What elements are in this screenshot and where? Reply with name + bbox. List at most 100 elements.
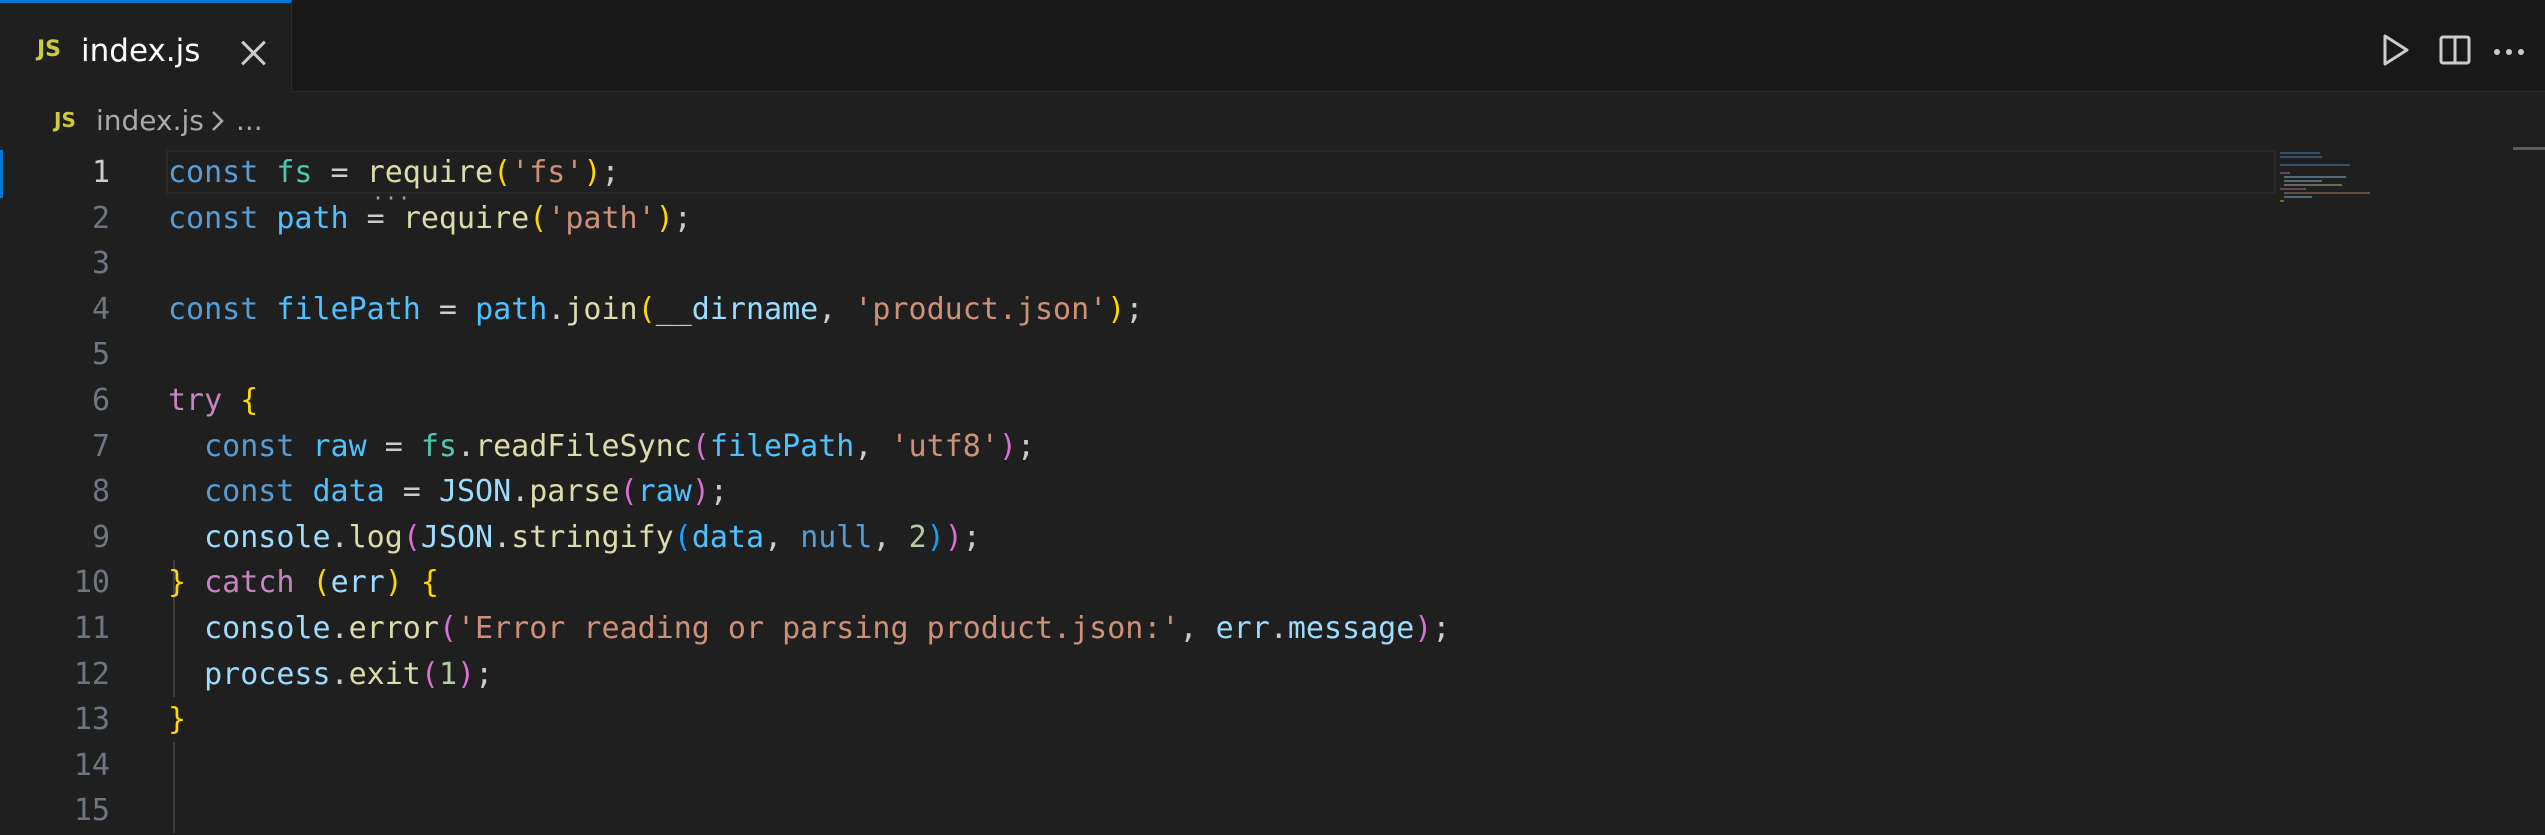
- code-token: ;: [1125, 291, 1144, 327]
- code-token: 'path': [547, 200, 656, 236]
- tab-label: index.js: [81, 33, 201, 69]
- code-token: null: [800, 519, 873, 555]
- code-token: console: [204, 611, 331, 646]
- code-token: (: [691, 428, 710, 464]
- code-token: .: [330, 611, 349, 646]
- code-token: =: [312, 155, 367, 190]
- indent-guide: [173, 742, 175, 833]
- code-token: ,: [764, 519, 801, 555]
- breadcrumb-item-file[interactable]: index.js: [96, 104, 204, 137]
- code-line[interactable]: }: [168, 697, 186, 743]
- code-token: (: [493, 155, 512, 190]
- more-actions-icon[interactable]: [2489, 30, 2529, 70]
- line-number: 11: [73, 611, 110, 646]
- code-line[interactable]: console.log(JSON.stringify(data, null, 2…: [168, 515, 981, 561]
- code-token: ;: [709, 474, 728, 510]
- code-token: require: [366, 155, 494, 190]
- code-token: path: [276, 200, 349, 236]
- code-token: readFileSync: [475, 428, 692, 464]
- code-token: path: [475, 291, 548, 327]
- code-line[interactable]: const raw = fs.readFileSync(filePath, 'u…: [168, 424, 1035, 470]
- code-token: 'Error reading or parsing product.json:': [457, 611, 1180, 646]
- close-icon[interactable]: [240, 39, 268, 67]
- code-token: ;: [601, 155, 620, 190]
- code-token: (: [312, 565, 331, 601]
- line-number: 12: [73, 656, 110, 692]
- code-token: log: [348, 519, 403, 555]
- code-line[interactable]: try {: [168, 378, 258, 424]
- code-token: (: [402, 519, 421, 555]
- code-token: ): [926, 519, 945, 555]
- line-number: 3: [91, 246, 110, 282]
- code-line[interactable]: console.error('Error reading or parsing …: [168, 606, 1450, 652]
- code-token: err: [1215, 611, 1270, 646]
- code-token: const: [204, 428, 295, 464]
- code-token: JSON: [420, 519, 494, 555]
- code-token: {: [240, 383, 259, 418]
- tab-index-js[interactable]: JS index.js: [0, 0, 292, 92]
- code-line[interactable]: const filePath = path.join(__dirname, 'p…: [168, 287, 1143, 333]
- code-token: ): [384, 565, 403, 601]
- code-token: ;: [673, 200, 692, 236]
- code-line[interactable]: const path = require('path');: [168, 196, 692, 242]
- code-token: JSON: [438, 474, 512, 510]
- minimap[interactable]: [2280, 150, 2430, 210]
- code-token: ): [1107, 291, 1126, 327]
- code-token: console: [204, 519, 331, 555]
- code-token: =: [366, 428, 421, 464]
- code-token: const: [168, 155, 259, 190]
- code-token: catch: [204, 565, 295, 601]
- scrollbar-thumb[interactable]: [2513, 147, 2545, 150]
- code-token: =: [384, 474, 439, 510]
- code-token: filePath: [276, 291, 421, 327]
- line-number: 4: [91, 291, 110, 327]
- code-line[interactable]: process.exit(1);: [168, 652, 493, 698]
- code-token: ): [457, 656, 476, 692]
- editor-window: JS index.js JS index.js ... 1 2 3 4 5 6 …: [0, 0, 2545, 835]
- code-token: .: [330, 656, 349, 692]
- code-token: ): [944, 519, 963, 555]
- line-number: 2: [91, 200, 110, 236]
- code-token: (: [420, 656, 439, 692]
- code-token: .: [511, 474, 530, 510]
- code-token: }: [168, 702, 187, 738]
- line-number: 10: [73, 565, 110, 601]
- code-token: data: [691, 519, 765, 555]
- split-editor-icon[interactable]: [2435, 30, 2475, 70]
- line-number: 6: [91, 383, 110, 418]
- code-token: ;: [475, 656, 494, 692]
- code-token: 2: [908, 519, 927, 555]
- code-token: filePath: [709, 428, 855, 464]
- code-token: process: [204, 656, 331, 692]
- code-token: ): [655, 200, 674, 236]
- code-token: (: [529, 200, 548, 236]
- code-token: ;: [962, 519, 981, 555]
- code-token: 1: [438, 656, 457, 692]
- code-line[interactable]: const data = JSON.parse(raw);: [168, 469, 728, 515]
- line-number: 14: [73, 747, 110, 783]
- code-token: error: [348, 611, 439, 646]
- code-token: err: [330, 565, 385, 601]
- code-token: try: [168, 383, 223, 418]
- code-token: ): [691, 474, 710, 510]
- code-editor[interactable]: 1 2 3 4 5 6 7 8 9 10 11 12 13 14 15 const fs = require…: [0, 150, 2545, 835]
- breadcrumb-item-symbols[interactable]: ...: [236, 104, 263, 137]
- line-number: 1: [91, 155, 110, 190]
- breadcrumb: JS index.js ...: [0, 92, 2545, 150]
- code-token: ,: [872, 519, 909, 555]
- run-icon[interactable]: [2375, 30, 2415, 70]
- code-token: fs: [276, 155, 313, 190]
- code-token: stringify: [511, 519, 674, 555]
- code-token: (: [619, 474, 638, 510]
- code-line[interactable]: } catch (err) {: [168, 560, 439, 606]
